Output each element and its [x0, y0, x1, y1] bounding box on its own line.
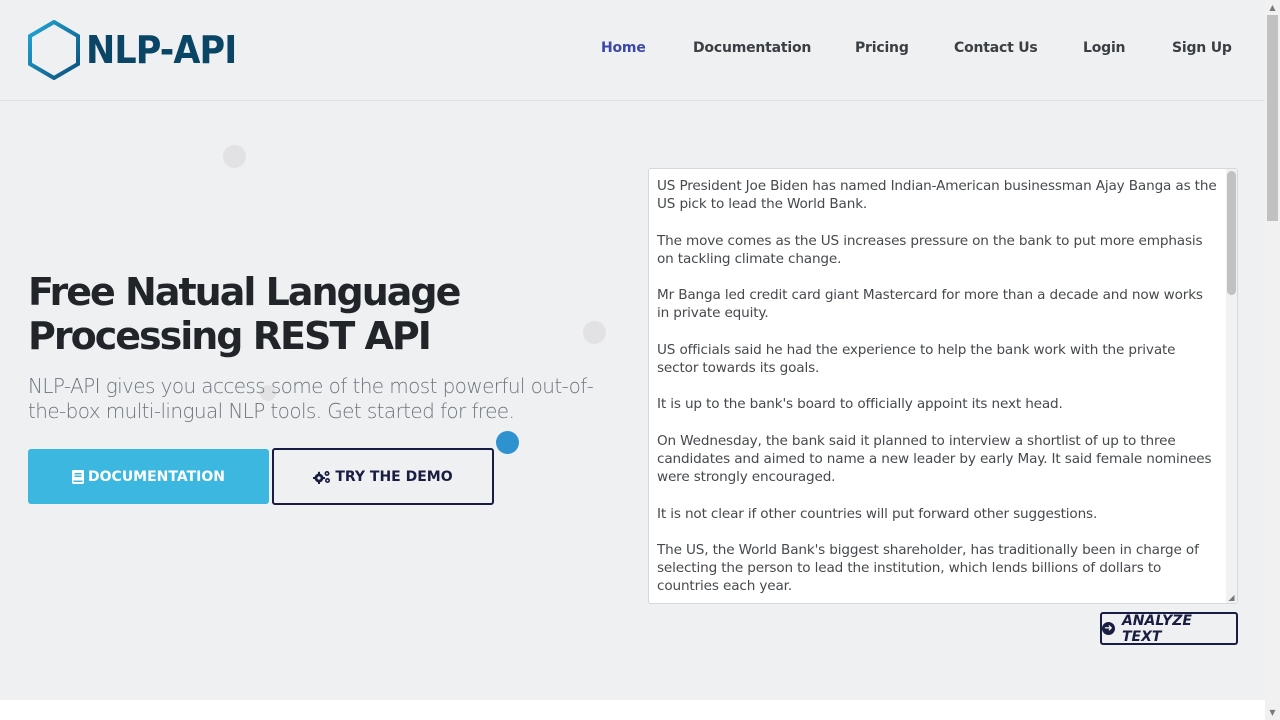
analyze-text-button-label: ANALYZE TEXT [1121, 612, 1192, 645]
scroll-up-arrow-icon[interactable]: ▲ [1265, 0, 1280, 15]
scroll-down-arrow-icon[interactable]: ▼ [1265, 705, 1280, 720]
decorative-dot [223, 145, 246, 168]
hero-title: Free Natual Language Processing REST API [28, 270, 628, 358]
nav-contact-us[interactable]: Contact Us [954, 40, 1038, 56]
book-icon [72, 469, 85, 484]
page: NLP-API Home Documentation Pricing Conta… [0, 0, 1265, 720]
nav-sign-up[interactable]: Sign Up [1172, 40, 1232, 56]
cogs-icon [313, 470, 331, 484]
next-section [0, 700, 1265, 720]
documentation-button-label: DOCUMENTATION [88, 468, 225, 485]
try-demo-button-label: TRY THE DEMO [335, 468, 453, 485]
site-header: NLP-API Home Documentation Pricing Conta… [0, 0, 1265, 101]
decorative-dot-blue [496, 431, 519, 454]
nav-pricing[interactable]: Pricing [855, 40, 909, 56]
main-nav: Home Documentation Pricing Contact Us Lo… [0, 40, 1265, 62]
textarea-scrollbar-thumb[interactable] [1227, 171, 1236, 295]
resize-grip-icon[interactable]: ◢ [1227, 593, 1236, 602]
hero-title-line2: Processing REST API [28, 314, 432, 358]
demo-text-input[interactable]: US President Joe Biden has named Indian-… [649, 169, 1227, 603]
page-scrollbar[interactable]: ▲ ▼ [1265, 0, 1280, 720]
hero-subtitle: NLP-API gives you access some of the mos… [28, 374, 594, 423]
try-demo-button[interactable]: TRY THE DEMO [272, 448, 494, 505]
arrow-circle-right-icon: ➜ [1102, 622, 1115, 635]
nav-login[interactable]: Login [1083, 40, 1126, 56]
hero-title-line1: Free Natual Language [28, 270, 461, 314]
nav-documentation[interactable]: Documentation [693, 40, 811, 56]
documentation-button[interactable]: DOCUMENTATION [28, 449, 269, 504]
page-scrollbar-thumb[interactable] [1267, 15, 1278, 221]
textarea-scrollbar[interactable] [1226, 169, 1237, 603]
analyze-text-button[interactable]: ➜ ANALYZE TEXT [1100, 612, 1238, 645]
demo-text-area[interactable]: US President Joe Biden has named Indian-… [648, 168, 1238, 604]
nav-home[interactable]: Home [601, 40, 646, 56]
